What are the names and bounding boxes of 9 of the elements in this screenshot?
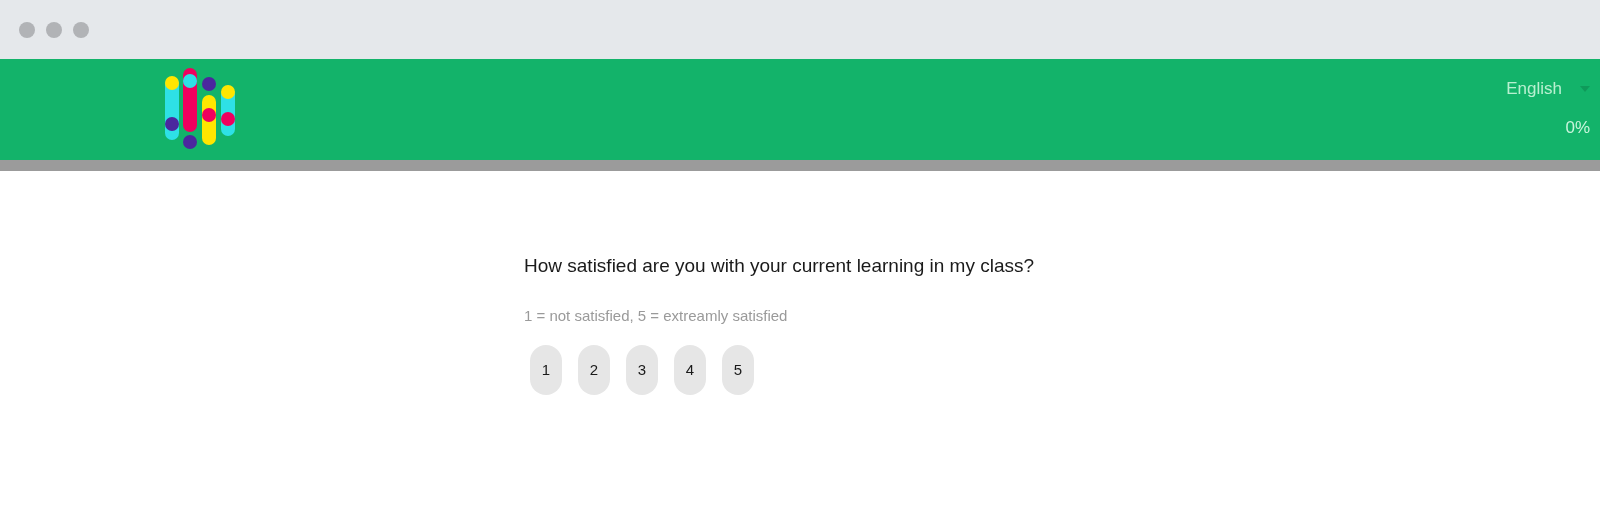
rating-option[interactable]: 5 <box>722 345 754 395</box>
rating-option[interactable]: 1 <box>530 345 562 395</box>
question-text: How satisfied are you with your current learning in my class? <box>524 254 1036 278</box>
rating-option[interactable]: 4 <box>674 345 706 395</box>
hint-text: 1 = not satisfied, 5 = extreamly satisfied <box>524 305 789 326</box>
rating-option[interactable]: 3 <box>626 345 658 395</box>
progress-label: 0% <box>1565 116 1590 139</box>
rating-option[interactable]: 2 <box>578 345 610 395</box>
caret-icon[interactable] <box>1580 85 1590 92</box>
